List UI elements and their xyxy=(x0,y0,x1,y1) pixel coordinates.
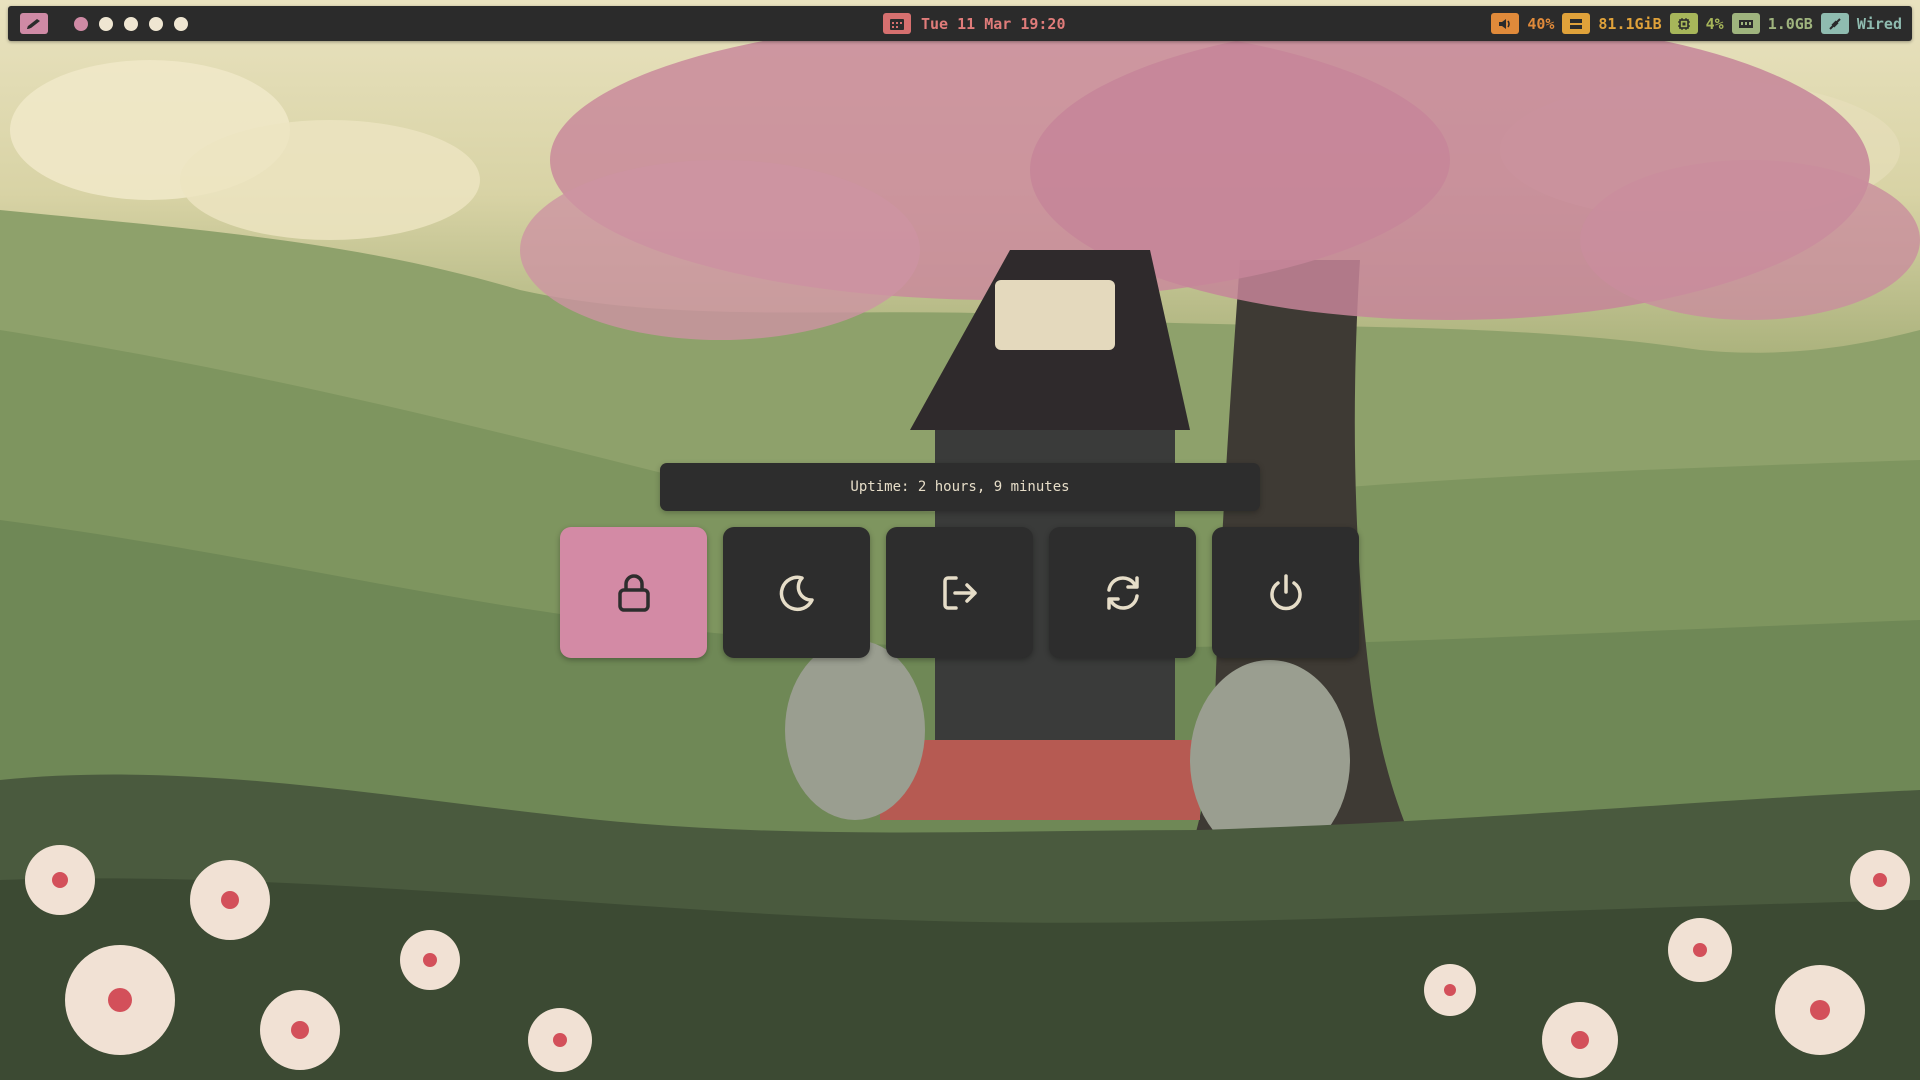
calendar-icon xyxy=(883,13,911,34)
workspace-2-dot[interactable] xyxy=(99,17,113,31)
status-modules: 40% 81.1GiB 4% 1.0GB Wired xyxy=(1483,13,1902,34)
lock-button[interactable] xyxy=(560,527,707,658)
moon-icon xyxy=(779,575,814,611)
app-launcher-button[interactable] xyxy=(20,13,48,34)
speaker-icon xyxy=(1491,13,1520,34)
cpu-icon xyxy=(1669,13,1698,34)
workspace-4-dot[interactable] xyxy=(149,17,163,31)
workspace-5-dot[interactable] xyxy=(174,17,188,31)
shutdown-button[interactable] xyxy=(1212,527,1359,658)
lock-icon xyxy=(617,573,650,612)
suspend-button[interactable] xyxy=(723,527,870,658)
workspace-switcher xyxy=(74,17,188,31)
clock-module[interactable]: Tue 11 Mar 19:20 xyxy=(883,13,1066,34)
disk-module[interactable]: 81.1GiB xyxy=(1562,13,1662,34)
workspace-3-dot[interactable] xyxy=(124,17,138,31)
top-bar: Tue 11 Mar 19:20 40% 81.1GiB 4% 1.0GB Wi… xyxy=(8,6,1912,41)
disk-icon xyxy=(1562,13,1591,34)
network-module[interactable]: Wired xyxy=(1820,13,1902,34)
pencil-icon xyxy=(27,18,40,29)
reboot-button[interactable] xyxy=(1049,527,1196,658)
logout-icon xyxy=(942,575,977,610)
disk-text: 81.1GiB xyxy=(1598,14,1662,33)
memory-icon xyxy=(1731,13,1760,34)
memory-module[interactable]: 1.0GB xyxy=(1731,13,1813,34)
clock-text: Tue 11 Mar 19:20 xyxy=(921,14,1066,33)
power-icon xyxy=(1269,573,1302,610)
reboot-icon xyxy=(1106,575,1139,610)
ethernet-icon xyxy=(1820,13,1849,34)
uptime-panel: Uptime: 2 hours, 9 minutes xyxy=(660,463,1260,511)
workspace-1-dot[interactable] xyxy=(74,17,88,31)
logout-button[interactable] xyxy=(886,527,1033,658)
memory-text: 1.0GB xyxy=(1767,14,1813,33)
volume-module[interactable]: 40% xyxy=(1491,13,1554,34)
cpu-module[interactable]: 4% xyxy=(1669,13,1724,34)
power-menu xyxy=(560,527,1359,658)
desktop: Tue 11 Mar 19:20 40% 81.1GiB 4% 1.0GB Wi… xyxy=(0,0,1920,1080)
cpu-text: 4% xyxy=(1705,14,1724,33)
uptime-text: Uptime: 2 hours, 9 minutes xyxy=(850,479,1070,495)
network-text: Wired xyxy=(1856,14,1902,33)
volume-text: 40% xyxy=(1527,14,1555,33)
